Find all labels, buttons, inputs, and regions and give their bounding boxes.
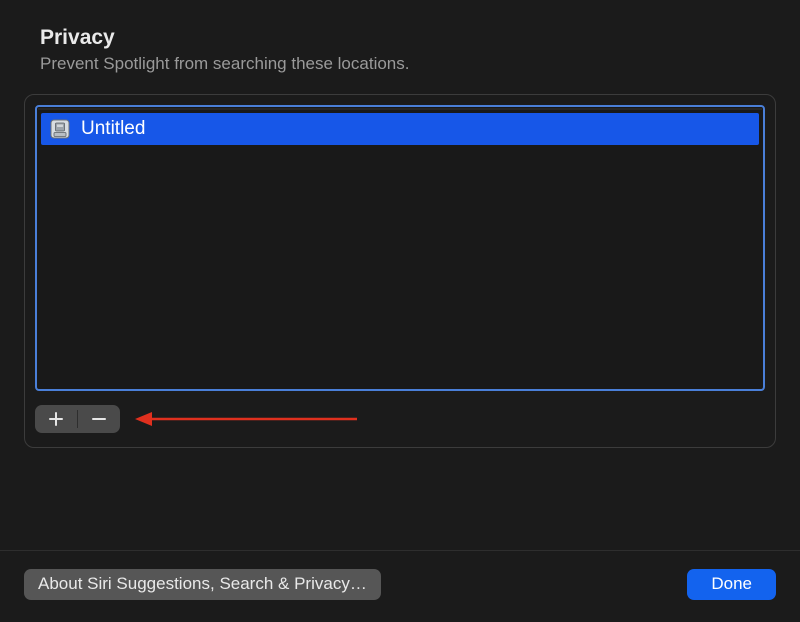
- arrow-icon: [132, 409, 362, 429]
- excluded-locations-list[interactable]: Untitled: [35, 105, 765, 391]
- add-remove-segment: [35, 405, 120, 433]
- remove-button[interactable]: [78, 405, 120, 433]
- about-privacy-button[interactable]: About Siri Suggestions, Search & Privacy…: [24, 569, 381, 600]
- add-button[interactable]: [35, 405, 77, 433]
- footer-bar: About Siri Suggestions, Search & Privacy…: [0, 550, 800, 622]
- list-item-label: Untitled: [81, 118, 145, 140]
- list-top-highlight: [38, 108, 762, 110]
- page-subtitle: Prevent Spotlight from searching these l…: [40, 54, 760, 74]
- list-toolbar: [35, 405, 765, 433]
- plus-icon: [48, 411, 64, 427]
- list-item[interactable]: Untitled: [41, 113, 759, 145]
- minus-icon: [91, 411, 107, 427]
- page-title: Privacy: [40, 26, 760, 50]
- privacy-header: Privacy Prevent Spotlight from searching…: [0, 0, 800, 78]
- arrow-annotation: [132, 409, 362, 429]
- drive-icon: [49, 118, 71, 140]
- done-button[interactable]: Done: [687, 569, 776, 600]
- locations-panel: Untitled: [24, 94, 776, 448]
